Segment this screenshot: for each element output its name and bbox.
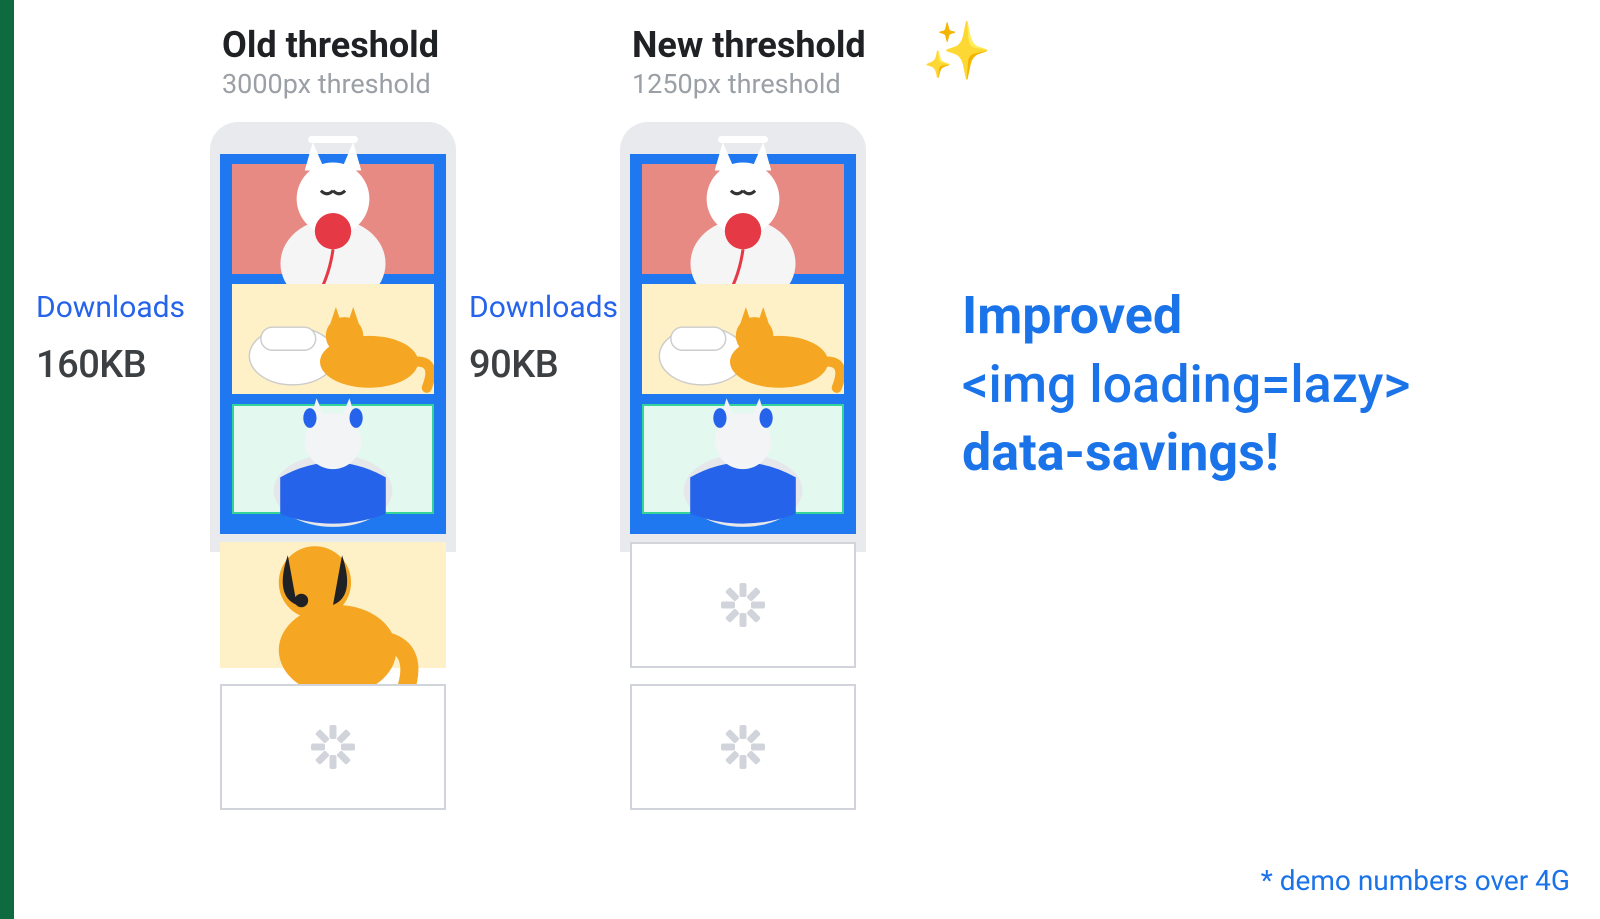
new-threshold-sub: 1250px threshold: [632, 68, 866, 100]
downloads-label-new: Downloads: [469, 290, 619, 325]
old-threshold-sub: 3000px threshold: [222, 68, 439, 100]
new-threshold-title: New threshold: [632, 24, 866, 66]
cat-blanket-icon: [644, 385, 842, 534]
orange-cat-icon: [642, 281, 844, 396]
image-card-orange-cat: [232, 284, 434, 394]
below-fold-old: [220, 542, 446, 826]
image-card-dog: [220, 542, 446, 668]
downloads-size-new: 90KB: [469, 343, 619, 387]
new-threshold-heading: New threshold 1250px threshold: [632, 24, 866, 100]
loading-spinner-icon: [311, 725, 355, 769]
old-threshold-title: Old threshold: [222, 24, 439, 66]
tagline: Improved <img loading=lazy> data-savings…: [962, 282, 1410, 488]
orange-cat-icon: [232, 281, 434, 396]
phone-mock-new: [620, 122, 866, 552]
tagline-line1: Improved: [962, 282, 1410, 351]
footnote: * demo numbers over 4G: [1261, 864, 1570, 897]
old-download-label: Downloads 160KB: [36, 290, 186, 387]
left-green-stripe: [0, 0, 14, 919]
placeholder-card: [630, 542, 856, 668]
placeholder-card: [220, 684, 446, 810]
image-card-cat-yarn: [642, 164, 844, 274]
placeholder-card: [630, 684, 856, 810]
phone-mock-old: [210, 122, 456, 552]
diagram-content: Old threshold 3000px threshold New thres…: [14, 0, 1600, 919]
below-fold-new: [630, 542, 856, 826]
old-threshold-heading: Old threshold 3000px threshold: [222, 24, 439, 100]
image-card-orange-cat: [642, 284, 844, 394]
phone-screen-new: [630, 154, 856, 534]
tagline-line2: <img loading=lazy>: [962, 351, 1410, 420]
phone-screen-old: [220, 154, 446, 534]
image-card-cat-blanket: [642, 404, 844, 514]
loading-spinner-icon: [721, 725, 765, 769]
image-card-cat-yarn: [232, 164, 434, 274]
downloads-size-old: 160KB: [36, 343, 186, 387]
new-download-label: Downloads 90KB: [469, 290, 619, 387]
loading-spinner-icon: [721, 583, 765, 627]
downloads-label-old: Downloads: [36, 290, 186, 325]
tagline-line3: data-savings!: [962, 419, 1410, 488]
sparkle-icon: ✨: [922, 18, 992, 84]
